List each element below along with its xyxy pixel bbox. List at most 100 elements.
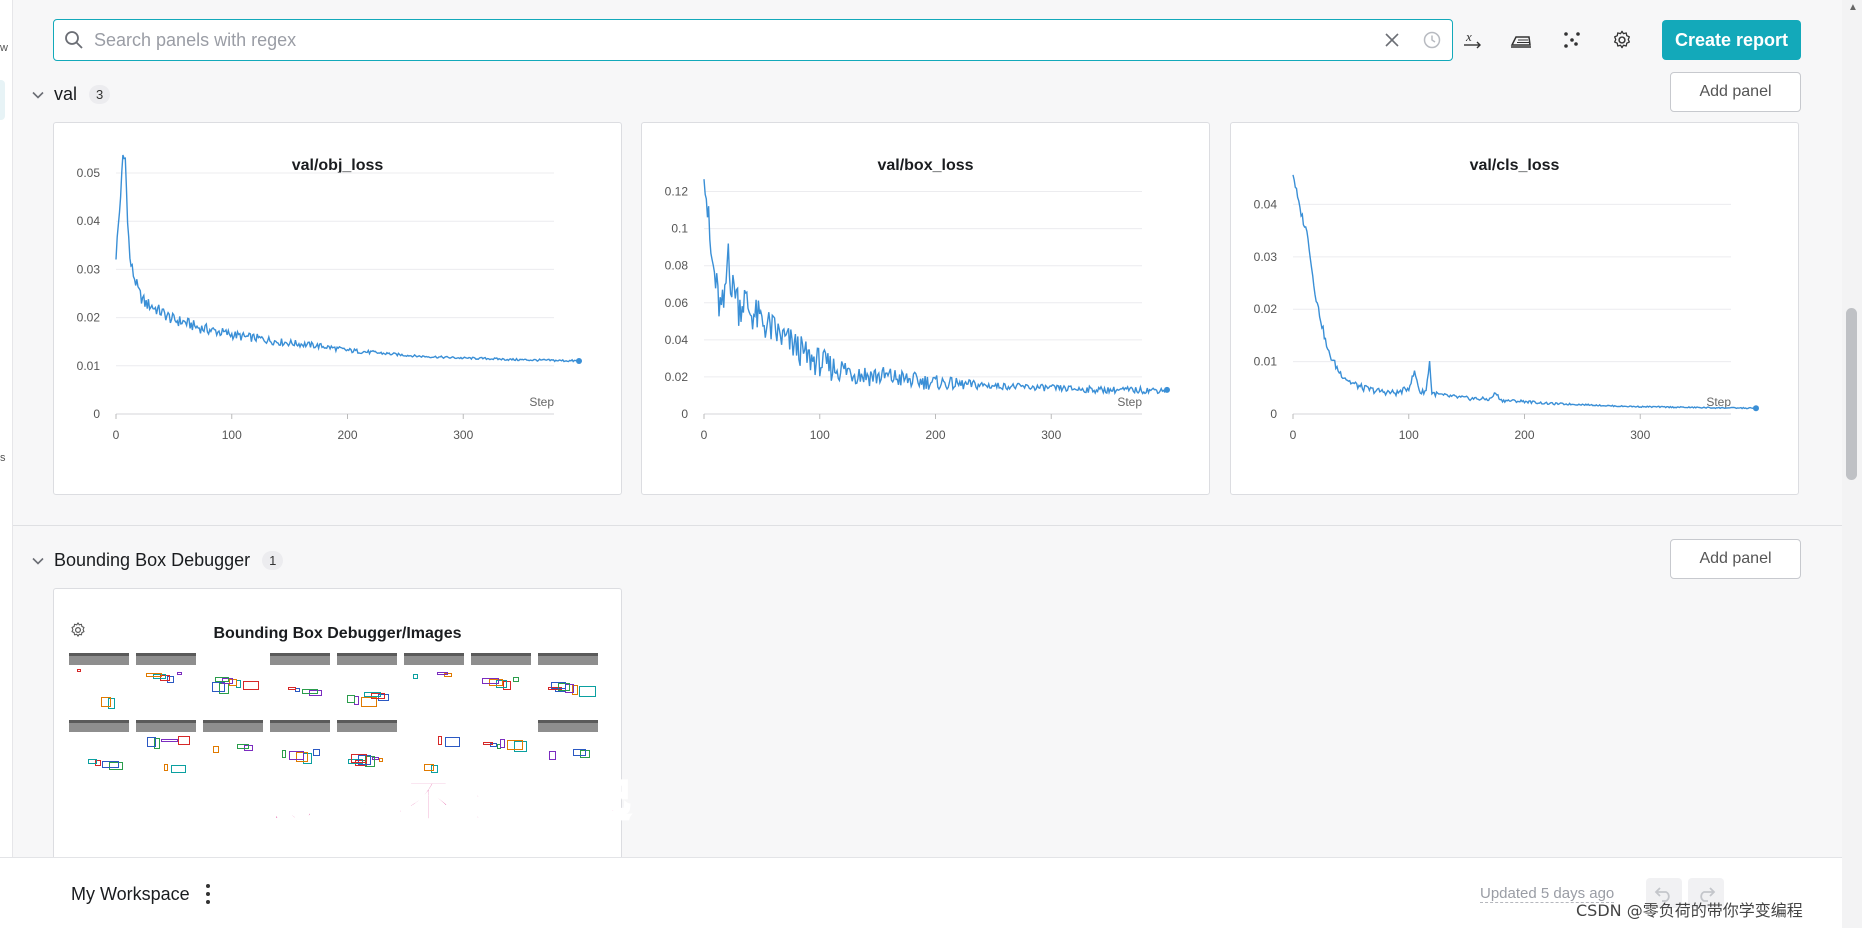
y-tick-label: 0.03 [1254,250,1278,264]
smoothing-icon[interactable] [1503,22,1539,58]
section-header-val[interactable]: val 3 [30,84,111,105]
image-thumbnail[interactable] [203,653,263,709]
line-chart: 0 0.01 0.02 0.03 0.04 0.05 0 100 200 300 Step [77,154,582,442]
x-tick-label: 100 [1399,428,1419,442]
panel-search-bar [53,19,1453,61]
thumbnail-image-band [404,653,464,665]
watermark: CSDN @零负荷的带你学变编程 [1576,901,1803,920]
bounding-box [351,754,367,763]
series-line [703,179,1168,396]
bounding-box [437,672,448,675]
outlier-icon[interactable] [1554,22,1590,58]
thumbnail-image-band [136,653,196,665]
thumbnail-image-band [270,653,330,665]
thumbnail-image-band [337,720,397,732]
bounding-box [313,749,320,756]
section-header-bounding-box-debugger[interactable]: Bounding Box Debugger 1 [30,550,284,571]
thumbnail-image-band [203,720,263,732]
image-panel-title: Bounding Box Debugger/Images [213,625,462,642]
series-line [1292,174,1756,410]
bounding-box [438,736,442,745]
search-input[interactable] [94,29,1372,51]
bounding-box [88,759,97,764]
x-axis-label: Step [1117,395,1142,409]
bounding-box [507,740,523,750]
thumbnail-image-band [270,720,330,732]
video-subtitle-overlay: 跟谁 都不能再提起 [254,775,632,828]
add-panel-button[interactable]: Add panel [1670,539,1801,579]
bounding-box [147,737,156,747]
image-thumbnail[interactable] [337,653,397,709]
y-tick-label: 0 [681,407,688,421]
bounding-box [549,751,556,760]
x-tick-label: 0 [701,428,708,442]
bounding-box [579,686,596,697]
left-sidebar-edge: w s [0,0,13,928]
y-tick-label: 0.04 [665,333,689,347]
bounding-box [289,751,304,760]
bounding-box [177,672,182,675]
bounding-box [551,682,566,689]
x-axis-icon[interactable]: x [1454,22,1490,58]
y-tick-label: 0.05 [77,166,101,180]
bounding-box [302,689,318,694]
image-thumbnail[interactable] [136,653,196,709]
history-icon[interactable] [1412,20,1452,60]
chevron-down-icon[interactable] [30,87,46,103]
thumbnail-image-band [136,720,196,732]
bounding-box [215,677,229,682]
chart-panel-cls-loss[interactable]: val/cls_loss 0 0.01 0.02 0.03 0.04 0 100 200 300… [1230,122,1799,495]
workspace-name[interactable]: My Workspace [71,884,190,905]
kebab-icon[interactable] [200,882,216,906]
image-thumbnail[interactable] [270,653,330,709]
bottom-bar: My Workspace Updated 5 days ago [0,857,1842,928]
x-tick-label: 100 [222,428,242,442]
image-thumbnail[interactable] [136,720,196,776]
x-tick-label: 200 [337,428,357,442]
chart-panel-box-loss[interactable]: val/box_loss 0 0.02 0.04 0.06 0.08 0.1 0.12 0 10… [641,122,1210,495]
section-title: Bounding Box Debugger [54,550,251,570]
bounding-box [102,761,119,768]
image-panel-bounding-box[interactable]: Bounding Box Debugger/Images [53,588,622,878]
image-thumbnail[interactable] [404,653,464,709]
gear-icon[interactable] [1604,22,1640,58]
thumbnail-image-band [337,653,397,665]
series-endpoint [1164,386,1170,393]
bounding-box [413,674,418,679]
scrollbar-thumb[interactable] [1846,308,1857,480]
bounding-box [573,749,586,756]
chevron-down-icon[interactable] [30,553,46,569]
add-panel-button[interactable]: Add panel [1670,72,1801,112]
y-tick-label: 0.1 [671,222,688,236]
thumbnail-image-band [69,653,129,665]
bounding-box [347,695,355,703]
search-icon [54,30,94,50]
x-axis-label: Step [529,395,554,409]
y-tick-label: 0.04 [77,214,101,228]
clear-icon[interactable] [1372,20,1412,60]
section-panel-count: 1 [262,551,284,570]
image-thumbnail[interactable] [69,720,129,776]
line-chart: 00.010.020.030.040 100 200 300Step [1254,174,1759,442]
chart-panel-obj-loss[interactable]: val/obj_loss 0 0.01 0.02 0.03 0.04 0.05 0 100 20… [53,122,622,495]
x-tick-label: 0 [1290,428,1297,442]
image-thumbnail[interactable] [69,653,129,709]
image-thumbnail[interactable] [203,720,263,776]
thumbnail-image-band [538,720,598,732]
series-line [115,154,580,363]
y-tick-label: 0.08 [665,259,689,273]
scroll-up-arrow-icon[interactable]: ▲ [1848,2,1858,13]
x-tick-label: 0 [113,428,120,442]
bounding-box [171,765,186,773]
create-report-button[interactable]: Create report [1662,20,1801,60]
image-thumbnail[interactable] [538,653,598,709]
thumbnail-image-band [538,653,598,665]
bounding-box [243,681,259,690]
y-tick-label: 0.02 [1254,302,1278,316]
y-tick-label: 0.12 [665,185,689,199]
bounding-box [237,744,249,749]
image-thumbnail[interactable] [471,653,531,709]
series-endpoint [576,357,582,364]
bounding-box [288,687,296,690]
y-tick-label: 0.01 [77,359,101,373]
